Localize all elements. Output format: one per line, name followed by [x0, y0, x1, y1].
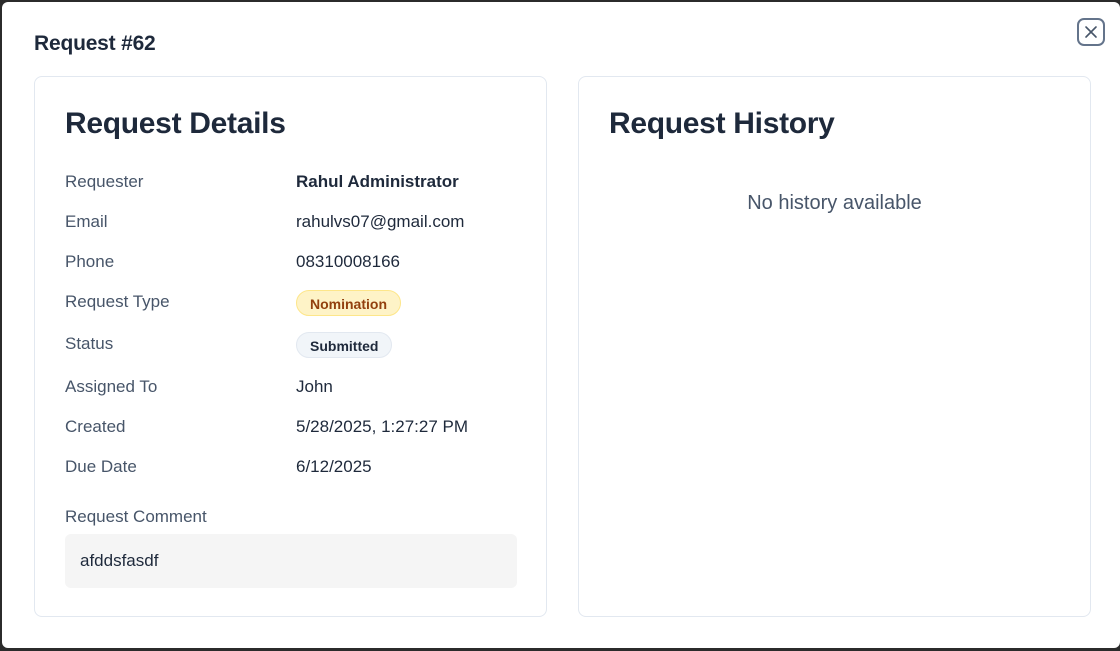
detail-row-due-date: Due Date 6/12/2025	[65, 457, 517, 481]
request-type-badge: Nomination	[296, 290, 401, 316]
detail-label: Email	[65, 212, 108, 231]
detail-row-created: Created 5/28/2025, 1:27:27 PM	[65, 417, 517, 441]
request-history-title: Request History	[609, 107, 835, 140]
detail-label: Assigned To	[65, 377, 158, 396]
request-details-card: Request Details Requester Rahul Administ…	[34, 76, 547, 617]
close-button[interactable]	[1077, 18, 1105, 46]
status-badge: Submitted	[296, 332, 393, 358]
request-modal: Request #62 Request Details Requester Ra…	[2, 2, 1120, 648]
request-comment-label: Request Comment	[65, 507, 207, 526]
detail-label: Due Date	[65, 457, 137, 476]
close-icon	[1085, 26, 1097, 38]
detail-row-status: Status Submitted	[65, 332, 517, 358]
detail-label: Created	[65, 417, 126, 436]
history-empty-message: No history available	[747, 192, 922, 214]
detail-label: Phone	[65, 252, 115, 271]
detail-row-assigned-to: Assigned To John	[65, 377, 517, 401]
due-date-value: 6/12/2025	[296, 457, 372, 476]
requester-name: Rahul Administrator	[296, 172, 459, 191]
request-details-title: Request Details	[65, 107, 286, 140]
assigned-to-value: John	[296, 377, 333, 396]
request-comment-box: afddsfasdf	[65, 534, 517, 588]
detail-row-requester: Requester Rahul Administrator	[65, 172, 517, 196]
detail-label: Request Type	[65, 292, 170, 311]
detail-label: Status	[65, 334, 114, 353]
detail-row-email: Email rahulvs07@gmail.com	[65, 212, 517, 236]
detail-label: Requester	[65, 172, 144, 191]
detail-row-phone: Phone 08310008166	[65, 252, 517, 276]
created-value: 5/28/2025, 1:27:27 PM	[296, 417, 469, 436]
email-value: rahulvs07@gmail.com	[296, 212, 465, 231]
phone-value: 08310008166	[296, 252, 401, 271]
modal-title: Request #62	[34, 32, 156, 55]
request-history-card: Request History No history available	[578, 76, 1091, 617]
detail-row-request-type: Request Type Nomination	[65, 290, 517, 316]
